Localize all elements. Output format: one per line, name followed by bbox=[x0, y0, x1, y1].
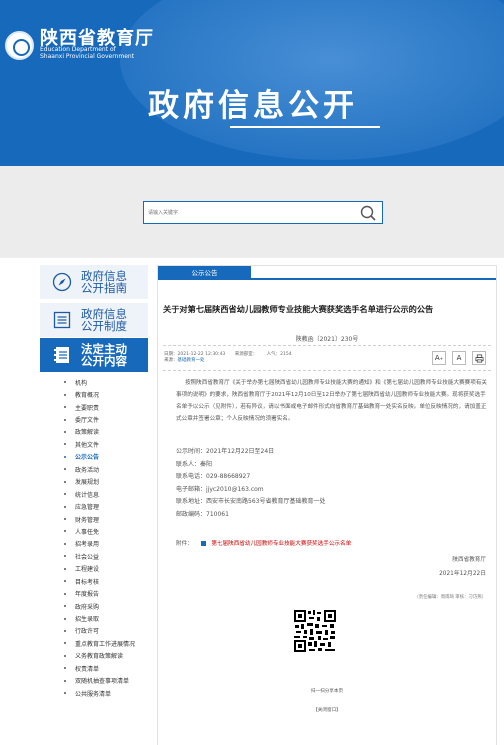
sub-nav-item[interactable]: 招生录取 bbox=[40, 612, 148, 624]
sub-nav-item[interactable]: 年度报告 bbox=[40, 587, 148, 599]
compass-icon bbox=[52, 272, 72, 292]
section-tab[interactable]: 公示公告 bbox=[158, 266, 251, 278]
sub-nav-item[interactable]: 行政许可 bbox=[40, 625, 148, 637]
signature-date: 2021年12月22日 bbox=[439, 571, 486, 577]
sub-nav-item[interactable]: 政策解读 bbox=[40, 426, 148, 438]
nav-card-label: 政府信息公开指南 bbox=[81, 269, 127, 295]
sub-nav-item[interactable]: 政务活动 bbox=[40, 463, 148, 475]
contact-line: 邮政编码：710061 bbox=[176, 510, 229, 518]
nav-card-system[interactable]: 政府信息公开制度 bbox=[40, 303, 148, 337]
printer-icon bbox=[475, 354, 483, 362]
sub-nav-item[interactable]: 招考录用 bbox=[40, 538, 148, 550]
search-input[interactable] bbox=[148, 206, 348, 220]
font-smaller-label: A bbox=[456, 354, 462, 362]
sub-nav-item[interactable]: 双随机抽查事项清单 bbox=[40, 675, 148, 687]
document-list-icon bbox=[53, 311, 71, 329]
view-count: 人气：2154 bbox=[266, 352, 292, 357]
nav-card-guide[interactable]: 政府信息公开指南 bbox=[40, 265, 148, 299]
left-navigation: 政府信息公开指南 政府信息公开制度 法定主动公开内容 机构 教育概况 主要职责 … bbox=[40, 258, 148, 745]
sub-nav-item[interactable]: 权责清单 bbox=[40, 662, 148, 674]
qr-caption: 扫一扫分享本页 bbox=[310, 689, 344, 694]
editor-line: （责任编辑：周雨琦 审核：刁巧燕） bbox=[414, 595, 486, 600]
divider bbox=[163, 370, 491, 371]
article-panel-header: 公示公告 bbox=[158, 266, 496, 280]
print-button[interactable] bbox=[472, 351, 486, 365]
contact-line: 联系人：秦阳 bbox=[176, 460, 213, 468]
article-source: 来源：基础教育一处 bbox=[164, 357, 205, 363]
close-window-link[interactable]: 【关闭窗口】 bbox=[158, 707, 496, 713]
sub-nav-list: 机构 教育概况 主要职责 委厅文件 政策解读 其他文件 公示公告 政务活动 发展… bbox=[40, 376, 148, 699]
sub-nav-item[interactable]: 重点教育工作进展情况 bbox=[40, 637, 148, 649]
contact-line: 电子邮箱：jjyc2010@163.com bbox=[176, 485, 264, 493]
sub-nav-item[interactable]: 发展规划 bbox=[40, 476, 148, 488]
nav-card-content[interactable]: 法定主动公开内容 bbox=[40, 338, 148, 372]
article-title: 关于对第七届陕西省幼儿园教师专业技能大赛获奖选手名单进行公示的公告 bbox=[163, 304, 434, 314]
sub-nav-item[interactable]: 工程建设 bbox=[40, 563, 148, 575]
body-paragraph: 按照陕西省教育厅《关于举办第七届陕西省幼儿园教师专业技能大赛的通知》和《第七届幼… bbox=[176, 380, 488, 423]
author-dept: 来源部室： bbox=[234, 352, 258, 357]
file-icon bbox=[200, 541, 206, 546]
font-smaller-button[interactable]: A bbox=[452, 351, 466, 365]
site-header: 陕西省教育厅 Education Department of Shaanxi P… bbox=[0, 0, 504, 166]
divider bbox=[163, 345, 491, 346]
notebook-icon bbox=[54, 347, 69, 363]
site-name-en-line1: Education Department of bbox=[40, 46, 116, 53]
source-link[interactable]: 基础教育一处 bbox=[178, 358, 205, 363]
site-name-en-line2: Shaanxi Provincial Government bbox=[40, 53, 135, 60]
attachment-label: 附件： bbox=[176, 541, 193, 547]
sub-nav-item[interactable]: 人事任免 bbox=[40, 525, 148, 537]
sub-nav-item[interactable]: 机构 bbox=[40, 376, 148, 388]
sub-nav-item[interactable]: 应急管理 bbox=[40, 500, 148, 512]
document-number: 陕教函〔2021〕230号 bbox=[295, 336, 359, 343]
qr-code-icon bbox=[293, 609, 337, 653]
search-icon[interactable] bbox=[358, 204, 378, 222]
contact-line: 联系地址：西安市长安南路563号省教育厅基础教育一处 bbox=[176, 498, 326, 505]
contact-info: 公示时间：2021年12月22日至24日 联系人：秦阳 联系电话：029-886… bbox=[176, 446, 325, 521]
sub-nav-item[interactable]: 义务教育政策解读 bbox=[40, 650, 148, 662]
search-box bbox=[143, 201, 383, 224]
sub-nav-item[interactable]: 教育概况 bbox=[40, 388, 148, 400]
sub-nav-item[interactable]: 委厅文件 bbox=[40, 413, 148, 425]
sub-nav-item-active[interactable]: 公示公告 bbox=[40, 451, 148, 463]
sub-nav-item[interactable]: 主要职责 bbox=[40, 401, 148, 413]
article-body: 按照陕西省教育厅《关于举办第七届陕西省幼儿园教师专业技能大赛的通知》和《第七届幼… bbox=[176, 377, 488, 425]
sub-nav-item[interactable]: 统计信息 bbox=[40, 488, 148, 500]
article-panel: 公示公告 关于对第七届陕西省幼儿园教师专业技能大赛获奖选手名单进行公示的公告 陕… bbox=[157, 265, 497, 745]
attachment-link[interactable]: 第七届陕西省幼儿园教师专业技能大赛获奖选手公示名单 bbox=[211, 541, 351, 547]
sub-nav-item[interactable]: 社会公益 bbox=[40, 550, 148, 562]
contact-line: 公示时间：2021年12月22日至24日 bbox=[176, 448, 275, 455]
signature-org: 陕西省教育厅 bbox=[452, 557, 486, 563]
department-logo-icon[interactable] bbox=[5, 31, 34, 60]
attachment-row: 附件： 第七届陕西省幼儿园教师专业技能大赛获奖选手公示名单 bbox=[176, 539, 351, 547]
nav-card-label: 法定主动公开内容 bbox=[81, 342, 127, 368]
contact-line: 联系电话：029-88668927 bbox=[176, 473, 251, 480]
sub-nav-item[interactable]: 政府采购 bbox=[40, 600, 148, 612]
nav-card-label: 政府信息公开制度 bbox=[81, 307, 127, 333]
banner-underline bbox=[230, 126, 380, 128]
sub-nav-item[interactable]: 目标考核 bbox=[40, 575, 148, 587]
sub-nav-item[interactable]: 财务管理 bbox=[40, 513, 148, 525]
sub-nav-item[interactable]: 其他文件 bbox=[40, 438, 148, 450]
banner-title: 政府信息公开 bbox=[148, 88, 358, 124]
font-larger-button[interactable]: A + bbox=[432, 351, 446, 365]
sub-nav-item[interactable]: 公共服务清单 bbox=[40, 687, 148, 699]
source-label: 来源： bbox=[164, 358, 178, 363]
